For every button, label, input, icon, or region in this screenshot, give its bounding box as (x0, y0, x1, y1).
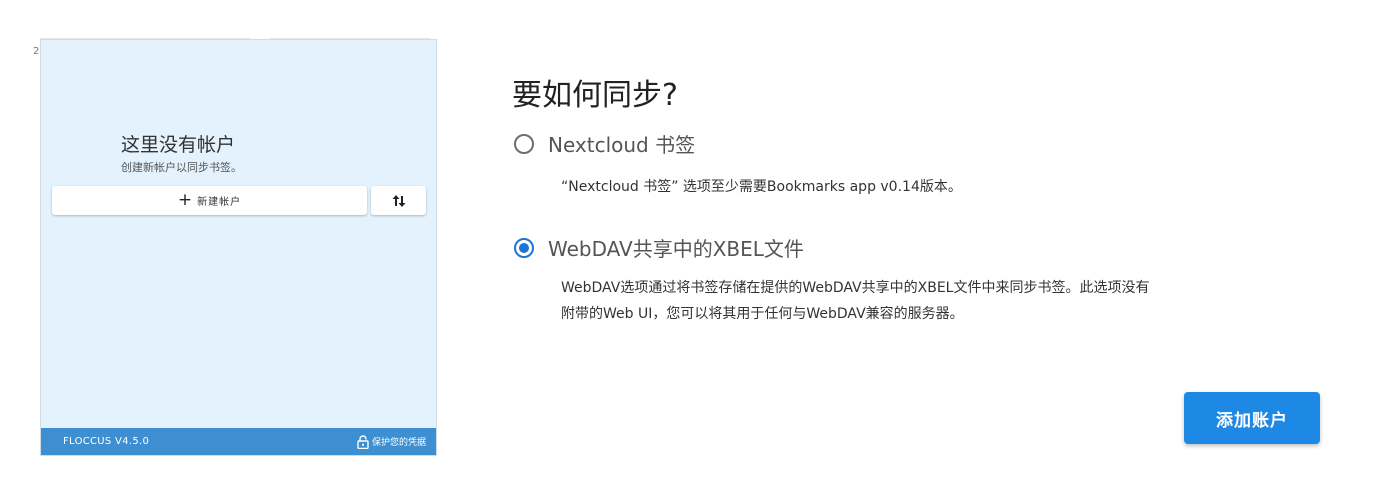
secure-credentials-link[interactable]: 保护您的凭据 (357, 434, 426, 449)
option-description-line1: WebDAV选项通过将书签存储在提供的WebDAV共享中的XBEL文件中来同步书… (561, 280, 1150, 296)
empty-state-subtitle: 创建新帐户以同步书签。 (121, 161, 242, 174)
secure-credentials-label: 保护您的凭据 (371, 438, 426, 448)
new-account-label: 新建帐户 (197, 197, 242, 208)
version-label: FLOCCUS V4.5.0 (63, 436, 150, 447)
option-webdav-xbel[interactable]: WebDAV共享中的XBEL文件 (514, 233, 804, 262)
option-label: Nextcloud 书签 (548, 133, 696, 157)
radio-nextcloud[interactable] (514, 133, 534, 154)
page-title: 要如何同步? (512, 78, 678, 114)
option-description: “Nextcloud 书签” 选项至少需要Bookmarks app v0.14… (561, 179, 962, 195)
new-account-button[interactable]: + 新建帐户 (52, 186, 367, 215)
popup-footer: FLOCCUS V4.5.0 保护您的凭据 (41, 428, 436, 455)
option-label: WebDAV共享中的XBEL文件 (548, 237, 804, 261)
edge-mark: 2 (33, 46, 40, 57)
lock-icon (357, 434, 369, 449)
screen: 2 这里没有帐户 创建新帐户以同步书签。 + 新建帐户 FLOCCUS V4.5… (0, 0, 1373, 499)
sort-button[interactable] (371, 186, 426, 215)
radio-webdav-xbel[interactable] (514, 237, 534, 258)
option-nextcloud[interactable]: Nextcloud 书签 (514, 129, 695, 158)
plus-icon: + (177, 190, 193, 210)
sort-arrows-icon (392, 194, 405, 207)
empty-state-title: 这里没有帐户 (121, 134, 236, 156)
floccus-popup: 这里没有帐户 创建新帐户以同步书签。 + 新建帐户 FLOCCUS V4.5.0… (40, 39, 437, 456)
option-description-line2: 附带的Web UI，您可以将其用于任何与WebDAV兼容的服务器。 (561, 306, 964, 322)
add-account-button[interactable]: 添加账户 (1184, 392, 1320, 444)
